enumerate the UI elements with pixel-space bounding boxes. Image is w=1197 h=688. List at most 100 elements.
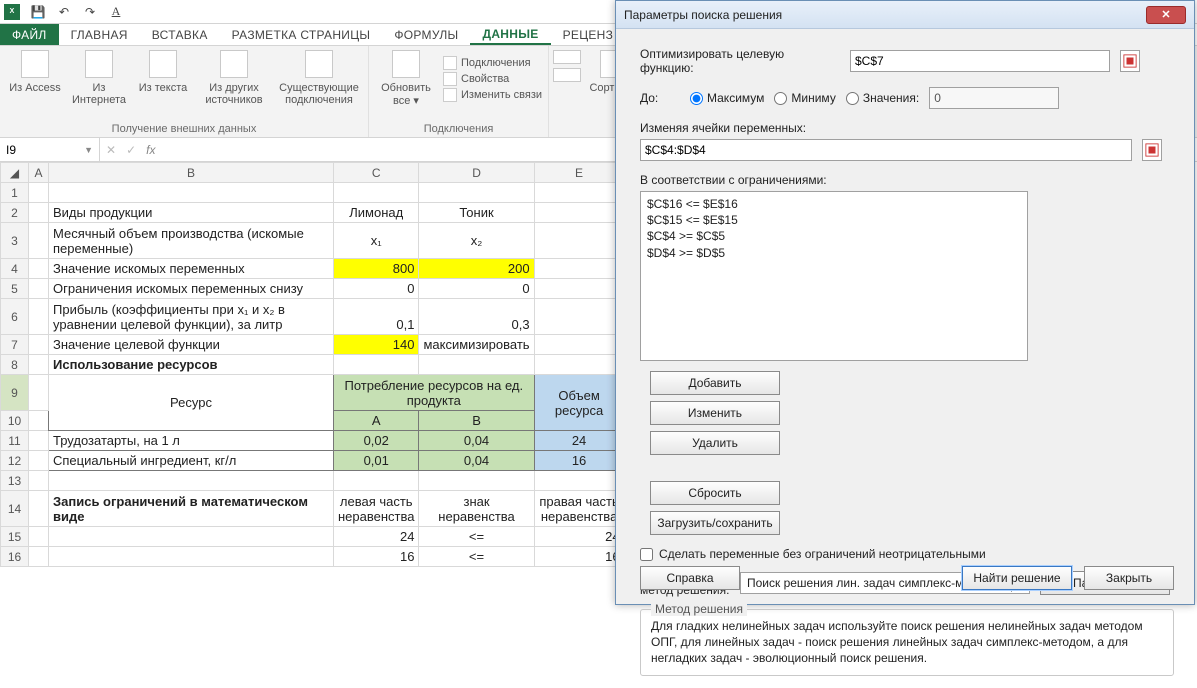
cell-D4[interactable]: 200 (419, 259, 534, 279)
col-B[interactable]: B (49, 163, 334, 183)
cell-B5[interactable]: Ограничения искомых переменных снизу (49, 279, 334, 299)
undo-icon[interactable]: ↶ (56, 4, 72, 20)
cell-B11[interactable]: Трудозатарты, на 1 л (49, 431, 334, 451)
sort-az-button[interactable] (555, 50, 579, 94)
cell-D7[interactable]: максимизировать (419, 335, 534, 355)
constraints-list[interactable]: $C$16 <= $E$16 $C$15 <= $E$15 $C$4 >= $C… (640, 191, 1028, 361)
tab-insert[interactable]: ВСТАВКА (140, 24, 220, 45)
constraint-item[interactable]: $D$4 >= $D$5 (647, 245, 1021, 261)
font-icon[interactable]: A (108, 4, 124, 20)
cell-E11[interactable]: 24 (534, 431, 624, 451)
row-15[interactable]: 15 (1, 527, 29, 547)
tab-layout[interactable]: РАЗМЕТКА СТРАНИЦЫ (220, 24, 383, 45)
cell-E9[interactable]: Объем ресурса (534, 375, 624, 431)
row-5[interactable]: 5 (1, 279, 29, 299)
col-D[interactable]: D (419, 163, 534, 183)
row-10[interactable]: 10 (1, 411, 29, 431)
cell-C2[interactable]: Лимонад (334, 203, 419, 223)
cell-C14[interactable]: левая часть неравенства (334, 491, 419, 527)
redo-icon[interactable]: ↷ (82, 4, 98, 20)
cell-B7[interactable]: Значение целевой функции (49, 335, 334, 355)
constraint-item[interactable]: $C$15 <= $E$15 (647, 212, 1021, 228)
objective-ref-button[interactable] (1120, 50, 1140, 72)
from-web-button[interactable]: Из Интернета (70, 50, 128, 106)
cell-E12[interactable]: 16 (534, 451, 624, 471)
row-7[interactable]: 7 (1, 335, 29, 355)
cell-C12[interactable]: 0,01 (334, 451, 419, 471)
objective-input[interactable] (850, 50, 1110, 72)
radio-value[interactable]: Значения: (846, 91, 919, 105)
row-6[interactable]: 6 (1, 299, 29, 335)
cell-B6[interactable]: Прибыль (коэффициенты при x₁ и x₂ в урав… (49, 299, 334, 335)
row-2[interactable]: 2 (1, 203, 29, 223)
cell-D14[interactable]: знак неравенства (419, 491, 534, 527)
row-8[interactable]: 8 (1, 355, 29, 375)
close-dialog-button[interactable]: Закрыть (1084, 566, 1174, 590)
cell-B14[interactable]: Запись ограничений в математическом виде (49, 491, 334, 527)
name-box-dropdown-icon[interactable]: ▼ (84, 145, 93, 155)
cell-D2[interactable]: Тоник (419, 203, 534, 223)
row-16[interactable]: 16 (1, 547, 29, 567)
cell-B3[interactable]: Месячный объем производства (искомые пер… (49, 223, 334, 259)
row-1[interactable]: 1 (1, 183, 29, 203)
cell-D15[interactable]: <= (419, 527, 534, 547)
solve-button[interactable]: Найти решение (962, 566, 1072, 590)
from-other-button[interactable]: Из других источников (198, 50, 270, 106)
constraint-item[interactable]: $C$4 >= $C$5 (647, 228, 1021, 244)
cell-B12[interactable]: Специальный ингредиент, кг/л (49, 451, 334, 471)
cell-CD9[interactable]: Потребление ресурсов на ед. продукта (334, 375, 535, 411)
cell-D16[interactable]: <= (419, 547, 534, 567)
cell-C7[interactable]: 140 (334, 335, 419, 355)
cell-D6[interactable]: 0,3 (419, 299, 534, 335)
cancel-icon[interactable]: ✕ (106, 143, 116, 157)
vars-input[interactable] (640, 139, 1132, 161)
load-save-button[interactable]: Загрузить/сохранить (650, 511, 780, 535)
cell-C5[interactable]: 0 (334, 279, 419, 299)
tab-home[interactable]: ГЛАВНАЯ (59, 24, 140, 45)
constraint-item[interactable]: $C$16 <= $E$16 (647, 196, 1021, 212)
radio-min[interactable]: Миниму (774, 91, 835, 105)
cell-C3[interactable]: x₁ (334, 223, 419, 259)
save-icon[interactable]: 💾 (30, 4, 46, 20)
row-4[interactable]: 4 (1, 259, 29, 279)
cell-B2[interactable]: Виды продукции (49, 203, 334, 223)
cell-E14[interactable]: правая часть неравенства (534, 491, 624, 527)
select-all[interactable]: ◢ (1, 163, 29, 183)
cell-B8[interactable]: Использование ресурсов (49, 355, 334, 375)
row-12[interactable]: 12 (1, 451, 29, 471)
vars-ref-button[interactable] (1142, 139, 1162, 161)
close-button[interactable]: ✕ (1146, 6, 1186, 24)
dialog-titlebar[interactable]: Параметры поиска решения ✕ (616, 1, 1194, 29)
cell-C10[interactable]: A (334, 411, 419, 431)
tab-file[interactable]: ФАЙЛ (0, 24, 59, 45)
change-button[interactable]: Изменить (650, 401, 780, 425)
cell-D5[interactable]: 0 (419, 279, 534, 299)
add-button[interactable]: Добавить (650, 371, 780, 395)
existing-conn-button[interactable]: Существующие подключения (276, 50, 362, 106)
properties-button[interactable]: Свойства (443, 71, 542, 87)
reset-button[interactable]: Сбросить (650, 481, 780, 505)
cell-C16[interactable]: 16 (334, 547, 419, 567)
tab-formulas[interactable]: ФОРМУЛЫ (382, 24, 470, 45)
from-access-button[interactable]: Из Access (6, 50, 64, 106)
cell-D3[interactable]: x₂ (419, 223, 534, 259)
cell-C6[interactable]: 0,1 (334, 299, 419, 335)
cell-E15[interactable]: 24 (534, 527, 624, 547)
cell-D12[interactable]: 0,04 (419, 451, 534, 471)
name-box[interactable]: I9▼ (0, 138, 100, 161)
col-A[interactable]: A (29, 163, 49, 183)
cell-C11[interactable]: 0,02 (334, 431, 419, 451)
cell-C15[interactable]: 24 (334, 527, 419, 547)
cell-E16[interactable]: 16 (534, 547, 624, 567)
col-E[interactable]: E (534, 163, 624, 183)
from-text-button[interactable]: Из текста (134, 50, 192, 106)
cell-D10[interactable]: B (419, 411, 534, 431)
cell-D11[interactable]: 0,04 (419, 431, 534, 451)
tab-data[interactable]: ДАННЫЕ (470, 24, 550, 45)
row-13[interactable]: 13 (1, 471, 29, 491)
cell-B4[interactable]: Значение искомых переменных (49, 259, 334, 279)
radio-max[interactable]: Максимум (690, 91, 764, 105)
col-C[interactable]: C (334, 163, 419, 183)
help-button[interactable]: Справка (640, 566, 740, 590)
delete-button[interactable]: Удалить (650, 431, 780, 455)
